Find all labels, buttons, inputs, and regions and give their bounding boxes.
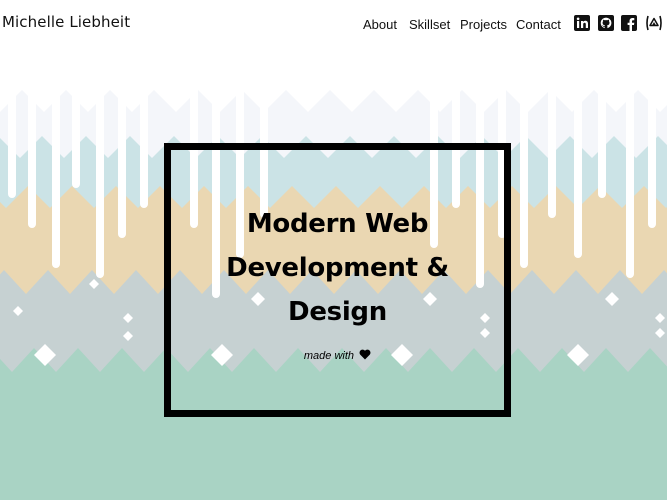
- drip: [598, 78, 606, 198]
- drip: [8, 78, 16, 198]
- nav-projects[interactable]: Projects: [460, 17, 507, 32]
- drip: [574, 78, 582, 258]
- drip: [118, 78, 126, 238]
- facebook-icon[interactable]: [621, 15, 637, 31]
- made-with-text: made with: [171, 349, 504, 363]
- drip: [140, 78, 148, 208]
- nav-about[interactable]: About: [363, 17, 397, 32]
- drip: [626, 78, 634, 278]
- heart-icon: [359, 349, 371, 363]
- drip: [96, 78, 104, 278]
- made-with-label: made with: [303, 350, 355, 362]
- linkedin-icon[interactable]: [574, 15, 590, 31]
- drip: [548, 78, 556, 218]
- drip: [28, 78, 36, 228]
- hero-frame: Modern Web Development & Design made wit…: [164, 143, 511, 417]
- drip: [520, 78, 528, 268]
- headline-line-1: Modern Web: [246, 209, 429, 239]
- hero-headline: Modern Web Development & Design: [171, 202, 504, 334]
- headline-line-2: Development &: [226, 253, 449, 283]
- drip: [648, 78, 656, 228]
- nav-skillset[interactable]: Skillset: [409, 17, 450, 32]
- drip: [72, 78, 80, 188]
- codepen-icon[interactable]: [645, 15, 663, 31]
- headline-line-3: Design: [288, 297, 387, 327]
- site-logo[interactable]: Michelle Liebheit: [2, 13, 130, 31]
- site-header: Michelle Liebheit About Skillset Project…: [0, 0, 667, 48]
- nav-contact[interactable]: Contact: [516, 17, 561, 32]
- drip: [52, 78, 60, 268]
- github-icon[interactable]: [598, 15, 614, 31]
